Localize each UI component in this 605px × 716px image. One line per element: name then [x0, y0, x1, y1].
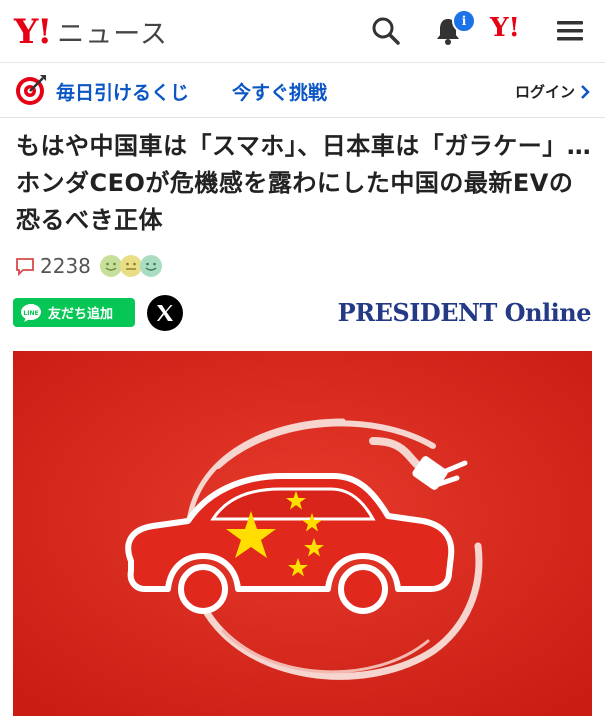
line-add-friend-button[interactable]: LINE 友だち追加 [13, 298, 135, 327]
search-icon[interactable] [368, 13, 404, 49]
yahoo-account-logo[interactable]: Y! [490, 13, 520, 43]
reaction-face-icon [139, 255, 162, 277]
lottery-label[interactable]: 毎日引けるくじ [56, 78, 189, 105]
notification-badge: i [452, 9, 476, 33]
news-logo-text: ニュース [57, 19, 168, 50]
article-title: もはや中国車は「スマホ」、日本車は「ガラケー」…ホンダCEOが危機感を露わにした… [16, 132, 592, 234]
comment-count: 2238 [40, 254, 91, 278]
comment-summary[interactable]: 2238 [14, 252, 162, 280]
app-header: Y! ニュース i Y! [0, 0, 605, 63]
line-icon: LINE [21, 303, 41, 322]
yahoo-logo-mark: Y! [14, 12, 52, 52]
svg-text:LINE: LINE [23, 310, 38, 317]
chevron-right-icon [581, 84, 590, 99]
lottery-cta-link[interactable]: 今すぐ挑戦 [232, 78, 327, 105]
login-label: ログイン [514, 83, 575, 101]
login-link[interactable]: ログイン [515, 81, 591, 102]
daily-lottery-bar: 毎日引けるくじ 今すぐ挑戦 ログイン [0, 63, 605, 118]
x-share-button[interactable] [147, 295, 183, 331]
menu-icon[interactable] [552, 13, 588, 49]
target-icon [14, 73, 48, 107]
article-hero-image[interactable] [13, 351, 592, 716]
publisher-logo[interactable]: PRESIDENT Online [338, 298, 592, 327]
bell-icon[interactable]: i [430, 9, 476, 49]
x-logo-icon [157, 305, 173, 321]
reaction-faces [99, 254, 162, 278]
comment-icon [16, 258, 34, 277]
yahoo-news-logo[interactable]: Y! ニュース [14, 12, 168, 52]
line-button-label: 友だち追加 [48, 307, 114, 322]
